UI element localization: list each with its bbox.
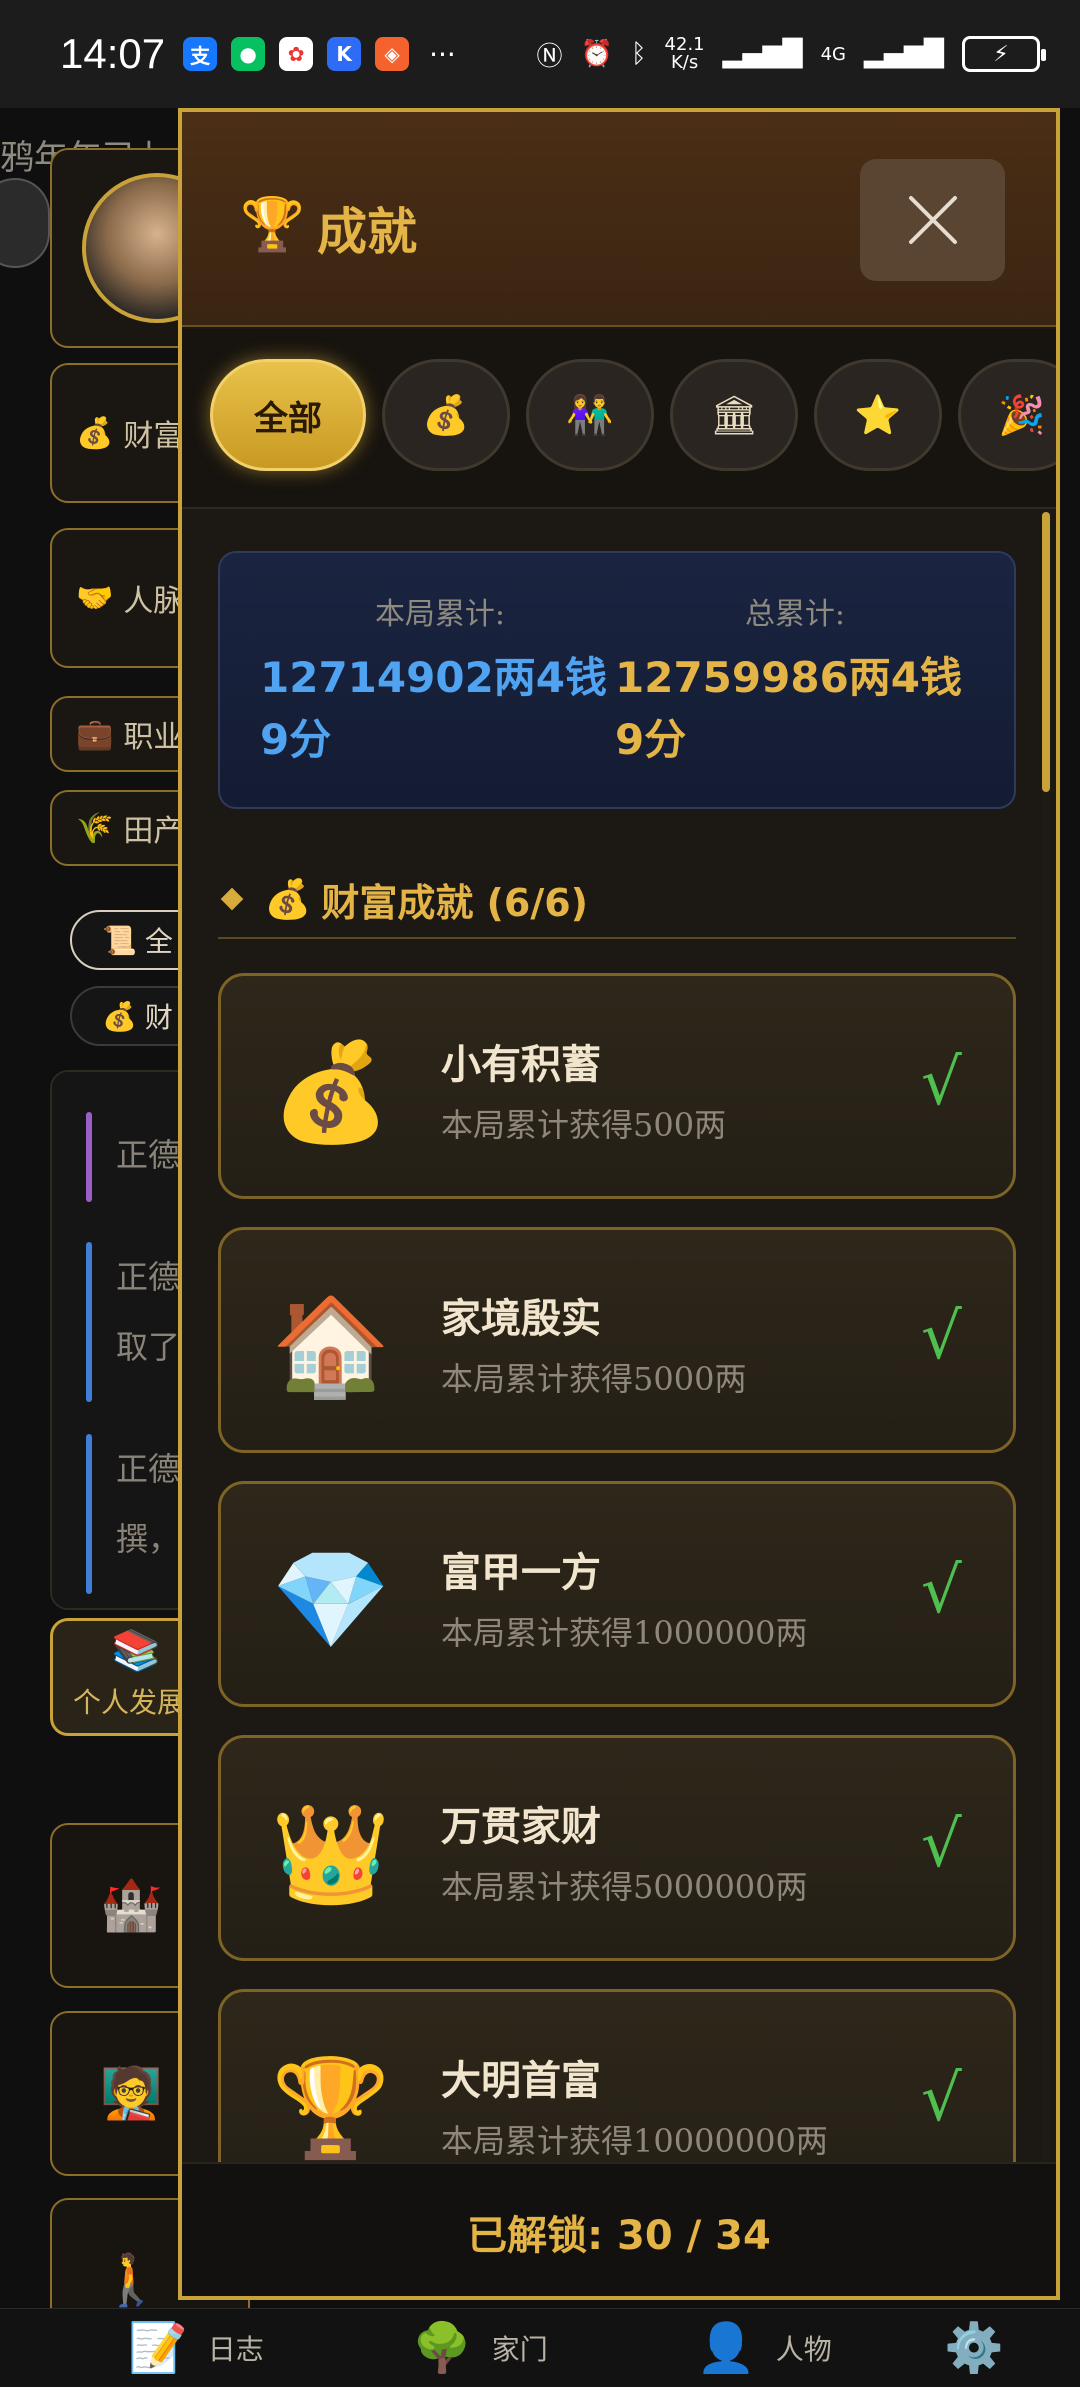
network-type: 4G — [820, 43, 847, 65]
checkmark-icon: √ — [921, 1554, 962, 1628]
filter-family[interactable]: 👫 — [526, 359, 654, 471]
wealth-summary: 本局累计: 12714902两4钱9分 总累计: 12759986两4钱9分 — [218, 551, 1016, 809]
achievement-card[interactable]: 🏆 大明首富 本局累计获得10000000两 √ — [218, 1989, 1016, 2168]
status-time: 14:07 — [60, 30, 166, 77]
nfc-icon: Ⓝ — [536, 41, 563, 72]
achievement-name: 万贯家财 — [441, 1804, 601, 1850]
achievement-desc: 本局累计获得10000000两 — [441, 2122, 828, 2160]
achievement-name: 大明首富 — [441, 2058, 601, 2104]
close-button[interactable] — [860, 159, 1005, 281]
checkmark-icon: √ — [921, 1808, 962, 1882]
total-label: 总累计: — [744, 597, 846, 632]
filter-all[interactable]: 全部 — [210, 359, 366, 471]
achievement-desc: 本局累计获得5000000两 — [441, 1868, 808, 1906]
achievement-desc: 本局累计获得500两 — [441, 1106, 727, 1144]
filter-office[interactable]: 🏛 — [670, 359, 798, 471]
gear-icon: ⚙️ — [944, 2320, 1004, 2376]
journal-icon: 📝 — [128, 2320, 188, 2376]
current-run-value: 12714902两4钱9分 — [260, 653, 608, 764]
total-value: 12759986两4钱9分 — [615, 653, 963, 764]
notification-icons: 支 ● ✿ K ◈ ··· — [183, 37, 456, 71]
achievement-desc: 本局累计获得1000000两 — [441, 1614, 808, 1652]
achievement-card[interactable]: 💰 小有积蓄 本局累计获得500两 √ — [218, 973, 1016, 1199]
diamond-icon: 💎 — [271, 1544, 391, 1656]
checkmark-icon: √ — [921, 1300, 962, 1374]
k-app-icon: K — [327, 37, 362, 71]
filter-wealth[interactable]: 💰 — [382, 359, 510, 471]
alipay-icon: 支 — [183, 37, 218, 71]
section-title: 财富成就 (6/6) — [321, 880, 589, 925]
nav-journal[interactable]: 📝 日志 — [128, 2319, 264, 2376]
achievement-card[interactable]: 💎 富甲一方 本局累计获得1000000两 √ — [218, 1481, 1016, 1707]
modal-title: 成就 — [317, 203, 417, 261]
achievement-desc: 本局累计获得5000两 — [441, 1360, 747, 1398]
filter-events[interactable]: 🎉 — [958, 359, 1056, 471]
achievement-name: 家境殷实 — [441, 1296, 601, 1342]
person-icon: 👤 — [696, 2320, 756, 2376]
shop-app-icon: ◈ — [375, 37, 410, 71]
nav-settings[interactable]: ⚙️ — [944, 2319, 1004, 2376]
checkmark-icon: √ — [921, 1046, 962, 1120]
battery-icon: ⚡ — [962, 36, 1046, 72]
nav-characters[interactable]: 👤 人物 — [696, 2319, 832, 2376]
section-header-wealth: 💰 财富成就 (6/6) — [218, 861, 1016, 939]
achievement-card[interactable]: 👑 万贯家财 本局累计获得5000000两 √ — [218, 1735, 1016, 1961]
achievement-card[interactable]: 🏠 家境殷实 本局累计获得5000两 √ — [218, 1227, 1016, 1453]
handshake-icon: 🤝 — [76, 580, 114, 616]
castle-icon: 🏰 — [100, 1876, 163, 1934]
more-notifications-icon: ··· — [429, 37, 456, 71]
wechat-icon: ● — [231, 37, 266, 71]
teacher-icon: 🧑‍🏫 — [100, 2064, 163, 2122]
trophy-icon: 🏆 — [240, 195, 305, 255]
nav-family[interactable]: 🌳 家门 — [412, 2319, 548, 2376]
books-icon: 📚 — [111, 1628, 161, 1674]
money-bag-icon: 💰 — [76, 415, 114, 451]
side-toggle-button[interactable] — [0, 178, 50, 268]
crown-icon: 👑 — [271, 1798, 391, 1910]
diamond-bullet-icon — [220, 887, 244, 911]
bottom-navigation: 📝 日志 🌳 家门 👤 人物 ⚙️ — [0, 2308, 1080, 2387]
scrollbar-thumb[interactable] — [1042, 512, 1050, 792]
modal-header: 🏆 成就 — [182, 112, 1056, 327]
category-filters: 全部 💰 👫 🏛 ⭐ 🎉 — [182, 329, 1056, 509]
status-bar: 14:07 支 ● ✿ K ◈ ··· Ⓝ ⏰ ᛒ 42.1 K/s ▂▄▆█ … — [0, 0, 1080, 108]
achievements-modal: 🏆 成就 全部 💰 👫 🏛 ⭐ 🎉 本局累计: 12714902两4钱9分 总累… — [178, 108, 1060, 2300]
checkmark-icon: √ — [921, 2062, 962, 2136]
money-bag-icon: 💰 — [264, 876, 312, 921]
app-icon: ✿ — [279, 37, 314, 71]
scroll-icon: 📜 — [102, 923, 137, 957]
money-bag-icon: 💰 — [271, 1036, 391, 1148]
signal-icon: ▂▄▆█ — [722, 39, 803, 69]
close-icon — [908, 196, 957, 244]
achievement-name: 富甲一方 — [441, 1550, 601, 1596]
money-bag-icon: 💰 — [102, 999, 137, 1033]
briefcase-icon: 💼 — [76, 716, 114, 752]
modal-footer: 已解锁: 30 / 34 — [182, 2162, 1056, 2296]
net-speed: 42.1 K/s — [664, 34, 705, 73]
filter-special[interactable]: ⭐ — [814, 359, 942, 471]
rice-icon: 🌾 — [76, 810, 114, 846]
walker-icon: 🚶 — [100, 2251, 163, 2309]
achievement-name: 小有积蓄 — [441, 1042, 601, 1088]
bluetooth-icon: ᛒ — [630, 39, 647, 69]
achievements-list[interactable]: 本局累计: 12714902两4钱9分 总累计: 12759986两4钱9分 💰… — [182, 511, 1056, 2168]
unlocked-count: 已解锁: 30 / 34 — [467, 2213, 771, 2259]
house-icon: 🏠 — [271, 1290, 391, 1402]
trophy-icon: 🏆 — [271, 2052, 391, 2164]
alarm-icon: ⏰ — [580, 39, 613, 69]
current-run-label: 本局累计: — [374, 597, 506, 632]
tree-icon: 🌳 — [412, 2320, 472, 2376]
signal-icon-2: ▂▄▆█ — [864, 39, 944, 69]
